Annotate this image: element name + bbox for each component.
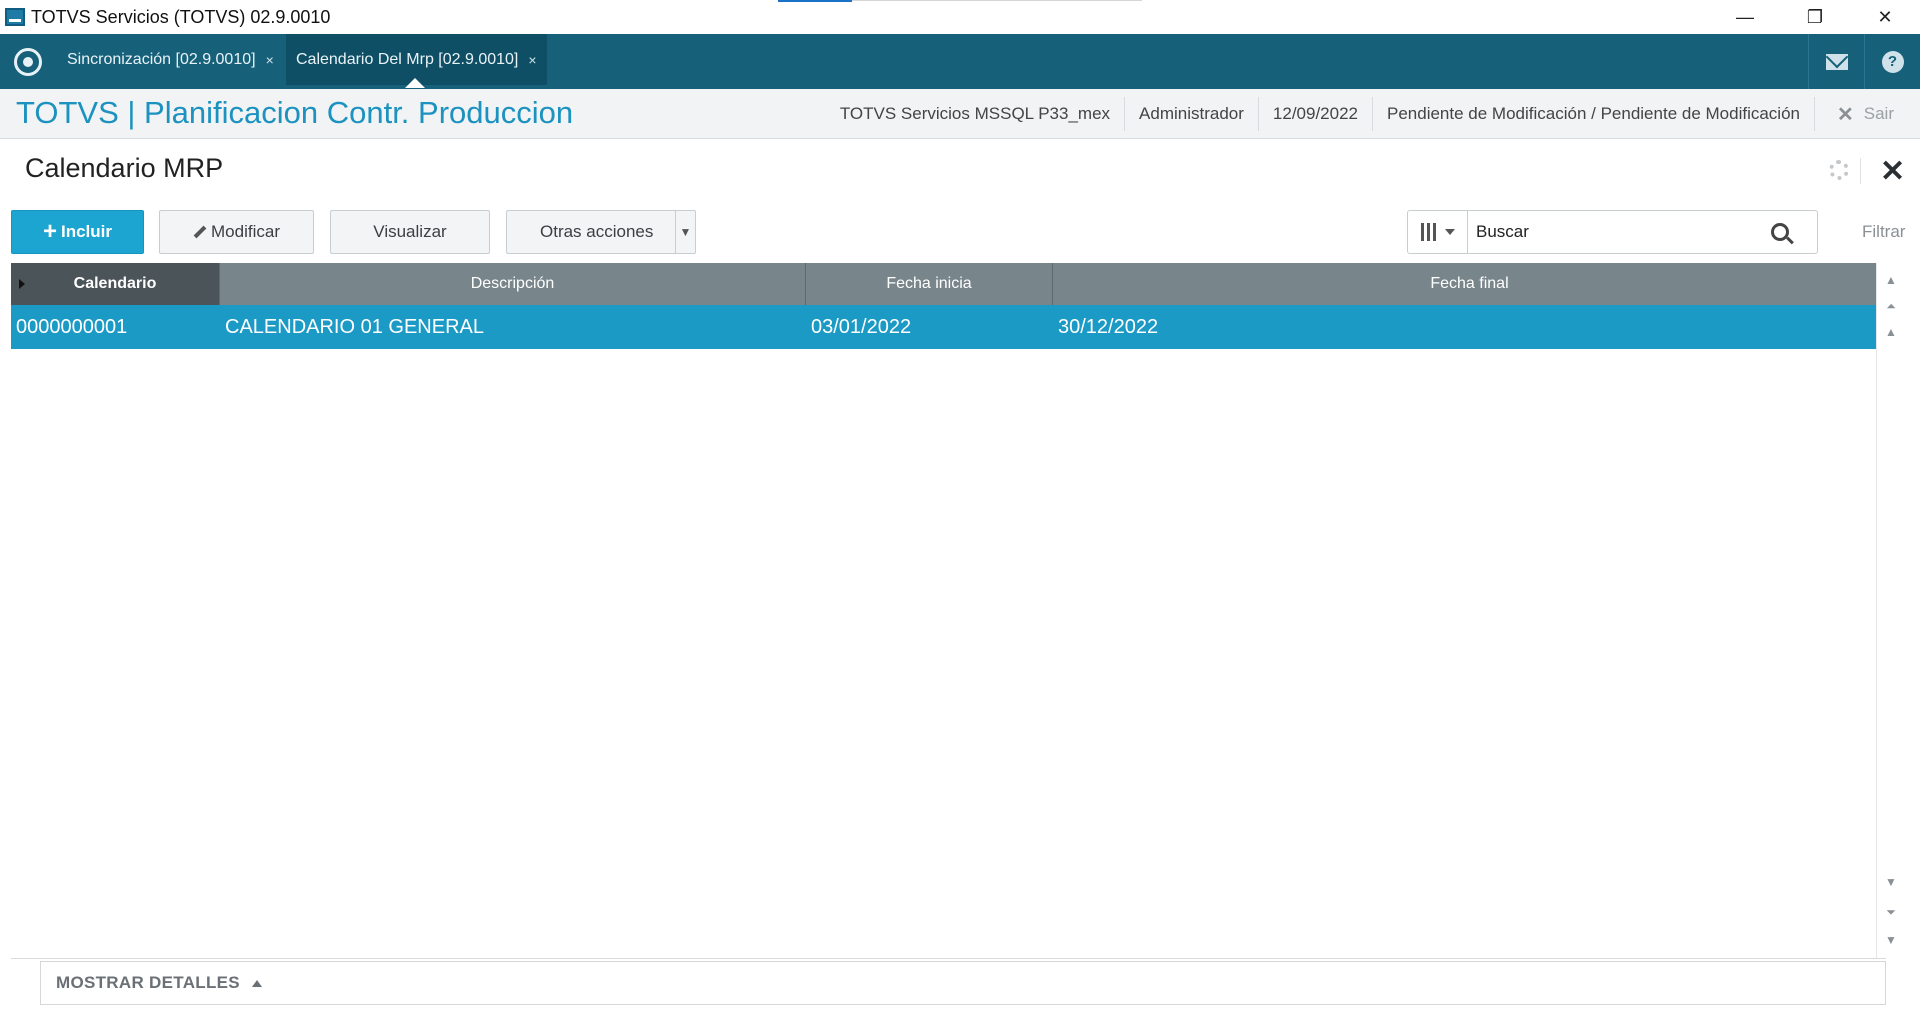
search-icon[interactable] [1771,223,1789,241]
close-icon: ✕ [1837,103,1854,126]
session-info: TOTVS Servicios MSSQL P33_mex Administra… [826,89,1920,139]
scroll-top-icon[interactable]: ▲ [1877,267,1905,293]
date-label[interactable]: 12/09/2022 [1257,97,1372,131]
column-header-label: Fecha inicia [886,275,972,292]
module-title: TOTVS | Planificacion Contr. Produccion [16,95,574,130]
column-header-calendario[interactable]: Calendario [11,263,220,305]
grid-header: Calendario Descripción Fecha inicia Fech… [11,263,1886,305]
modify-label: Modificar [211,222,280,241]
module-header: TOTVS | Planificacion Contr. Produccion … [0,89,1920,139]
chevron-down-icon[interactable]: ▼ [675,211,695,253]
table-row[interactable]: 0000000001 CALENDARIO 01 GENERAL 03/01/2… [11,305,1886,349]
include-button[interactable]: + Incluir [11,210,144,254]
columns-icon [1420,223,1424,241]
view-button[interactable]: Visualizar [330,210,490,254]
user-label[interactable]: Administrador [1124,97,1258,131]
titlebar-divider [852,0,1142,1]
include-label: Incluir [61,222,113,241]
window-titlebar: TOTVS Servicios (TOTVS) 02.9.0010 — ❐ ✕ [0,0,1920,34]
show-details-toggle[interactable]: MOSTRAR DETALLES [40,961,1886,1005]
page-title: Calendario MRP [25,153,224,183]
exit-label: Sair [1863,104,1894,123]
column-header-label: Calendario [73,275,157,292]
scroll-page-up-icon[interactable]: ⏶ [1877,293,1905,319]
gear-icon[interactable] [1829,160,1849,180]
column-picker-button[interactable] [1408,211,1468,253]
other-actions-label: Otras acciones [540,222,654,241]
modify-button[interactable]: Modificar [159,210,314,254]
chevron-down-icon [1444,229,1455,235]
grid-scrollbar[interactable]: ▲ ⏶ ▲ ▼ ⏷ ▼ [1876,263,1904,959]
help-icon: ? [1881,50,1904,73]
minimize-button[interactable]: — [1710,0,1780,34]
close-window-button[interactable]: ✕ [1850,0,1920,34]
active-tab-caret-icon [405,78,425,88]
cell-fecha-final[interactable]: 30/12/2022 [1053,305,1886,349]
close-page-button[interactable]: ✕ [1880,154,1905,189]
view-label: Visualizar [373,222,447,241]
status-label: Pendiente de Modificación / Pendiente de… [1372,97,1814,131]
column-header-label: Fecha final [1430,275,1509,292]
messages-button[interactable] [1808,34,1864,89]
tab-sincronizacion[interactable]: Sincronización [02.9.0010] × [57,34,284,85]
cell-descripcion[interactable]: CALENDARIO 01 GENERAL [220,305,806,349]
close-tab-icon[interactable]: × [528,52,536,68]
chevron-up-icon [251,979,262,987]
window-controls: — ❐ ✕ [1710,0,1920,34]
data-grid: Calendario Descripción Fecha inicia Fech… [11,263,1886,959]
scroll-up-icon[interactable]: ▲ [1877,319,1905,345]
mail-icon [1825,53,1848,70]
tabbar-actions: ? [1808,34,1920,89]
tab-label: Calendario Del Mrp [02.9.0010] [296,50,519,68]
help-button[interactable]: ? [1864,34,1920,89]
show-details-label: MOSTRAR DETALLES [56,973,240,992]
app-tabbar: Sincronización [02.9.0010] × Calendario … [0,34,1920,89]
tab-label: Sincronización [02.9.0010] [67,50,256,68]
scroll-bottom-icon[interactable]: ▼ [1877,927,1905,953]
close-tab-icon[interactable]: × [266,52,274,68]
restore-button[interactable]: ❐ [1780,0,1850,34]
app-icon [5,8,25,26]
cell-calendario[interactable]: 0000000001 [11,305,220,349]
column-header-fecha-final[interactable]: Fecha final [1053,263,1886,305]
scroll-page-down-icon[interactable]: ⏷ [1877,899,1905,925]
columns-icon-bar [1432,223,1436,241]
plus-icon: + [42,218,57,245]
columns-icon-bar [1426,223,1430,241]
row-indicator-icon [19,279,25,289]
pencil-icon [193,225,207,239]
window-title: TOTVS Servicios (TOTVS) 02.9.0010 [31,6,331,27]
filter-link[interactable]: Filtrar [1862,222,1905,242]
divider [1860,158,1861,184]
divider [11,958,1886,959]
scroll-down-icon[interactable]: ▼ [1877,869,1905,895]
search-bar: Buscar [1407,210,1818,254]
environment-label[interactable]: TOTVS Servicios MSSQL P33_mex [826,97,1124,131]
column-header-descripcion[interactable]: Descripción [220,263,806,305]
totvs-logo-icon[interactable] [14,48,42,76]
column-header-fecha-inicia[interactable]: Fecha inicia [806,263,1053,305]
titlebar-accent [778,0,852,2]
cell-fecha-inicia[interactable]: 03/01/2022 [806,305,1053,349]
other-actions-button[interactable]: Otras acciones ▼ [506,210,696,254]
column-header-label: Descripción [470,275,555,292]
search-input[interactable]: Buscar [1468,222,1771,242]
exit-button[interactable]: ✕ Sair [1814,97,1920,131]
